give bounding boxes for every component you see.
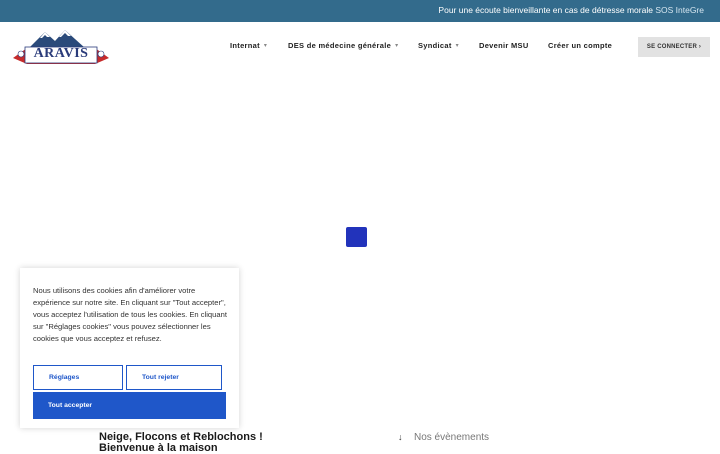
arrow-down-icon: ↓: [398, 432, 403, 442]
nav-item-syndicat[interactable]: Syndicat ▾: [418, 41, 459, 50]
nav-label: Internat: [230, 41, 260, 50]
reject-all-button[interactable]: Tout rejeter: [126, 365, 222, 390]
site-header: ARAVIS Internat ▾ DES de médecine général…: [0, 22, 720, 72]
announcement-text: Pour une écoute bienveillante en cas de …: [438, 5, 704, 15]
nav-label: Syndicat: [418, 41, 452, 50]
events-link[interactable]: ↓ Nos évènements: [398, 432, 489, 443]
chevron-down-icon: ▾: [395, 43, 399, 49]
login-button[interactable]: SE CONNECTER ›: [638, 37, 710, 57]
nav-item-des-medecine-generale[interactable]: DES de médecine générale ▾: [288, 41, 398, 50]
accept-all-button[interactable]: Tout accepter: [33, 392, 226, 419]
nav-label: Devenir MSU: [479, 41, 529, 50]
welcome-headline: Neige, Flocons et Reblochons ! Bienvenue…: [99, 432, 299, 454]
nav-label: DES de médecine générale: [288, 41, 392, 50]
chevron-down-icon: ▾: [455, 43, 459, 49]
headline-line-2: Bienvenue à la maison: [99, 442, 218, 454]
events-label: Nos évènements: [414, 432, 490, 443]
chevron-down-icon: ▾: [263, 43, 268, 49]
main-navigation: Internat ▾ DES de médecine générale ▾ Synd…: [0, 22, 720, 72]
sos-integre-link[interactable]: SOS InteGre: [655, 5, 704, 15]
nav-label: Créer un compte: [548, 41, 613, 50]
nav-item-devenir-msu[interactable]: Devenir MSU: [479, 41, 529, 50]
cookie-message: Nous utilisons des cookies afin d'amélio…: [33, 286, 227, 343]
cookie-settings-button[interactable]: Réglages: [33, 365, 123, 390]
loading-spinner: [346, 227, 367, 247]
top-announcement-bar: Pour une écoute bienveillante en cas de …: [0, 0, 720, 22]
nav-item-creer-compte[interactable]: Créer un compte: [548, 41, 612, 50]
announcement-message: Pour une écoute bienveillante en cas de …: [438, 5, 653, 15]
cookie-consent-banner: Nous utilisons des cookies afin d'amélio…: [20, 268, 239, 428]
nav-item-internat[interactable]: Internat ▾: [230, 41, 267, 50]
